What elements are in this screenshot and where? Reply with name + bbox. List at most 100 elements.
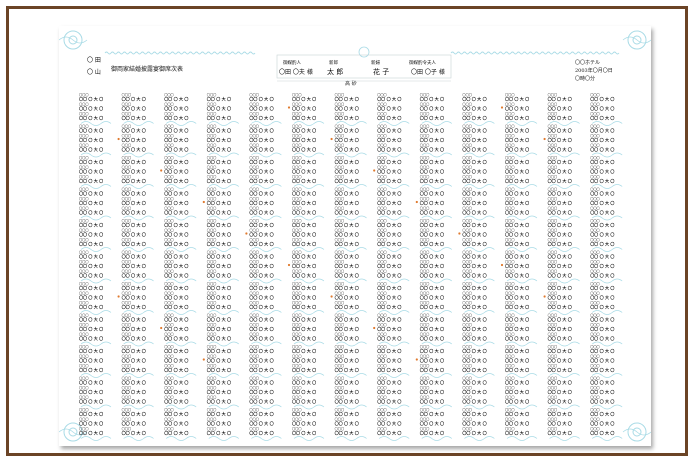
guest-entry: 〇〇〇〇〇 〇 大 〇 <box>122 332 146 342</box>
guest-name: 〇〇 〇 大 〇 <box>164 190 188 196</box>
table-block: 〇〇〇〇〇 〇 大 〇〇〇〇〇〇 〇 大 〇〇〇〇〇〇 〇 大 〇 <box>164 250 197 284</box>
guest-name: 〇〇 〇 大 〇 <box>249 430 273 436</box>
guest-name: 〇〇 〇 大 〇 <box>590 430 614 436</box>
guest-entry: 〇〇〇〇〇 〇 大 〇 <box>292 250 316 260</box>
guest-name: 〇〇 〇 大 〇 <box>377 146 401 152</box>
table-block: 〇〇〇〇〇 〇 大 〇〇〇〇〇〇 〇 大 〇〇〇〇〇〇 〇 大 〇 <box>590 250 623 284</box>
guest-entry: 〇〇〇〇〇 〇 大 〇 <box>462 385 486 395</box>
guest-entry: 〇〇〇〇〇 〇 大 〇 <box>164 363 188 373</box>
guest-entry: 〇〇〇〇〇 〇 大 〇 <box>420 407 444 417</box>
guest-name: 〇〇 〇 大 〇 <box>249 285 273 291</box>
seat-marker <box>373 326 376 330</box>
guest-entry: 〇〇〇〇〇 〇 大 〇 <box>122 300 146 310</box>
guest-name: 〇〇 〇 大 〇 <box>548 389 572 395</box>
guest-name: 〇〇 〇 大 〇 <box>590 285 614 291</box>
guest-name: 〇〇 〇 大 〇 <box>548 294 572 300</box>
guest-name: 〇〇 〇 大 〇 <box>505 304 529 310</box>
guest-name: 〇〇 〇 大 〇 <box>377 209 401 215</box>
guest-name: 〇〇 〇 大 〇 <box>462 190 486 196</box>
guest-name: 〇〇 〇 大 〇 <box>292 115 316 121</box>
guest-name: 〇〇 〇 大 〇 <box>335 231 359 237</box>
guest-name: 〇〇 〇 大 〇 <box>505 430 529 436</box>
guest-name: 〇〇 〇 大 〇 <box>462 294 486 300</box>
guest-entry: 〇〇〇〇〇 〇 大 〇 <box>122 206 146 216</box>
guest-entry: 〇〇〇〇〇 〇 大 〇 <box>377 187 401 197</box>
guest-entry: 〇〇〇〇〇 〇 大 〇 <box>548 111 572 121</box>
guest-name: 〇〇 〇 大 〇 <box>377 253 401 259</box>
guest-name: 〇〇 〇 大 〇 <box>249 105 273 111</box>
guest-entry: 〇〇〇〇〇 〇 大 〇 <box>377 417 401 427</box>
guest-entry: 〇〇〇〇〇 〇 大 〇 <box>377 385 401 395</box>
guest-name: 〇〇 〇 大 〇 <box>164 253 188 259</box>
guest-name: 〇〇 〇 大 〇 <box>292 304 316 310</box>
table-block: 〇〇〇〇〇 〇 大 〇〇〇〇〇〇 〇 大 〇〇〇〇〇〇 〇 大 〇 <box>79 344 112 378</box>
guest-entry: 〇〇〇〇〇 〇 大 〇 <box>505 354 529 364</box>
guest-name: 〇〇 〇 大 〇 <box>335 430 359 436</box>
guest-entry: 〇〇〇〇〇 〇 大 〇 <box>122 281 146 291</box>
guest-name: 〇〇 〇 大 〇 <box>122 159 146 165</box>
guest-name: 〇〇 〇 大 〇 <box>505 241 529 247</box>
table-block: 〇〇〇〇〇 〇 大 〇〇〇〇〇〇 〇 大 〇〇〇〇〇〇 〇 大 〇 <box>249 92 282 126</box>
guest-name: 〇〇 〇 大 〇 <box>335 115 359 121</box>
guest-entry: 〇〇〇〇〇 〇 大 〇 <box>79 322 103 332</box>
table-block: 〇〇〇〇〇 〇 大 〇〇〇〇〇〇 〇 大 〇〇〇〇〇〇 〇 大 〇 <box>292 124 325 158</box>
guest-entry: 〇〇〇〇〇 〇 大 〇 <box>249 102 273 112</box>
guest-entry: 〇〇〇〇〇 〇 大 〇 <box>249 124 273 134</box>
guest-entry: 〇〇〇〇〇 〇 大 〇 <box>122 395 146 405</box>
guest-name: 〇〇 〇 大 〇 <box>590 420 614 426</box>
guest-name: 〇〇 〇 大 〇 <box>505 96 529 102</box>
guest-name: 〇〇 〇 大 〇 <box>505 231 529 237</box>
guest-entry: 〇〇〇〇〇 〇 大 〇 <box>420 237 444 247</box>
guest-name: 〇〇 〇 大 〇 <box>122 411 146 417</box>
guest-entry: 〇〇〇〇〇 〇 大 〇 <box>590 300 614 310</box>
guest-entry: 〇〇〇〇〇 〇 大 〇 <box>505 313 529 323</box>
guest-name: 〇〇 〇 大 〇 <box>249 115 273 121</box>
guest-name: 〇〇 〇 大 〇 <box>377 294 401 300</box>
guest-entry: 〇〇〇〇〇 〇 大 〇 <box>207 174 231 184</box>
guest-entry: 〇〇〇〇〇 〇 大 〇 <box>462 196 486 206</box>
guest-name: 〇〇 〇 大 〇 <box>462 285 486 291</box>
guest-entry: 〇〇〇〇〇 〇 大 〇 <box>335 92 359 102</box>
table-block: 〇〇〇〇〇 〇 大 〇〇〇〇〇〇 〇 大 〇〇〇〇〇〇 〇 大 〇 <box>292 281 325 315</box>
guest-entry: 〇〇〇〇〇 〇 大 〇 <box>207 344 231 354</box>
seat-marker <box>458 232 461 235</box>
table-block: 〇〇〇〇〇 〇 大 〇〇〇〇〇〇 〇 大 〇〇〇〇〇〇 〇 大 〇 <box>207 155 240 189</box>
guest-entry: 〇〇〇〇〇 〇 大 〇 <box>335 332 359 342</box>
table-block: 〇〇〇〇〇 〇 大 〇〇〇〇〇〇 〇 大 〇〇〇〇〇〇 〇 大 〇 <box>590 124 623 158</box>
guest-name: 〇〇 〇 大 〇 <box>377 398 401 404</box>
table-ornament <box>251 436 282 441</box>
table-block: 〇〇〇〇〇 〇 大 〇〇〇〇〇〇 〇 大 〇〇〇〇〇〇 〇 大 〇 <box>590 281 623 315</box>
guest-name: 〇〇 〇 大 〇 <box>590 272 614 278</box>
guest-entry: 〇〇〇〇〇 〇 大 〇 <box>505 363 529 373</box>
table-block: 〇〇〇〇〇 〇 大 〇〇〇〇〇〇 〇 大 〇〇〇〇〇〇 〇 大 〇 <box>458 218 495 252</box>
table-block: 〇〇〇〇〇 〇 大 〇〇〇〇〇〇 〇 大 〇〇〇〇〇〇 〇 大 〇 <box>335 218 367 252</box>
guest-entry: 〇〇〇〇〇 〇 大 〇 <box>590 124 614 134</box>
guest-name: 〇〇 〇 大 〇 <box>79 96 103 102</box>
guest-entry: 〇〇〇〇〇 〇 大 〇 <box>377 332 401 342</box>
guest-entry: 〇〇〇〇〇 〇 大 〇 <box>377 218 401 228</box>
seat-marker <box>330 295 333 298</box>
guest-entry: 〇〇〇〇〇 〇 大 〇 <box>505 206 529 216</box>
guest-entry: 〇〇〇〇〇 〇 大 〇 <box>292 228 316 238</box>
guest-name: 〇〇 〇 大 〇 <box>548 200 572 206</box>
guest-entry: 〇〇〇〇〇 〇 大 〇 <box>590 291 614 301</box>
guest-name: 〇〇 〇 大 〇 <box>122 367 146 373</box>
seat-marker <box>245 232 248 235</box>
guest-entry: 〇〇〇〇〇 〇 大 〇 <box>79 250 103 260</box>
table-block: 〇〇〇〇〇 〇 大 〇〇〇〇〇〇 〇 大 〇〇〇〇〇〇 〇 大 〇 <box>548 313 580 347</box>
table-block: 〇〇〇〇〇 〇 大 〇〇〇〇〇〇 〇 大 〇〇〇〇〇〇 〇 大 〇 <box>207 124 240 158</box>
guest-name: 〇〇 〇 大 〇 <box>377 430 401 436</box>
guest-name: 〇〇 〇 大 〇 <box>548 420 572 426</box>
guest-entry: 〇〇〇〇〇 〇 大 〇 <box>207 332 231 342</box>
guest-entry: 〇〇〇〇〇 〇 大 〇 <box>377 174 401 184</box>
guest-name: 〇〇 〇 大 〇 <box>505 389 529 395</box>
guest-name: 〇〇 〇 大 〇 <box>164 159 188 165</box>
table-block: 〇〇〇〇〇 〇 大 〇〇〇〇〇〇 〇 大 〇〇〇〇〇〇 〇 大 〇 <box>505 281 538 315</box>
guest-name: 〇〇 〇 大 〇 <box>420 348 444 354</box>
guest-entry: 〇〇〇〇〇 〇 大 〇 <box>207 385 231 395</box>
guest-name: 〇〇 〇 大 〇 <box>164 389 188 395</box>
table-block: 〇〇〇〇〇 〇 大 〇〇〇〇〇〇 〇 大 〇〇〇〇〇〇 〇 大 〇 <box>505 407 538 441</box>
guest-name: 〇〇 〇 大 〇 <box>207 231 231 237</box>
table-block: 〇〇〇〇〇 〇 大 〇〇〇〇〇〇 〇 大 〇〇〇〇〇〇 〇 大 〇 <box>548 92 580 126</box>
guest-name: 〇〇 〇 大 〇 <box>122 420 146 426</box>
